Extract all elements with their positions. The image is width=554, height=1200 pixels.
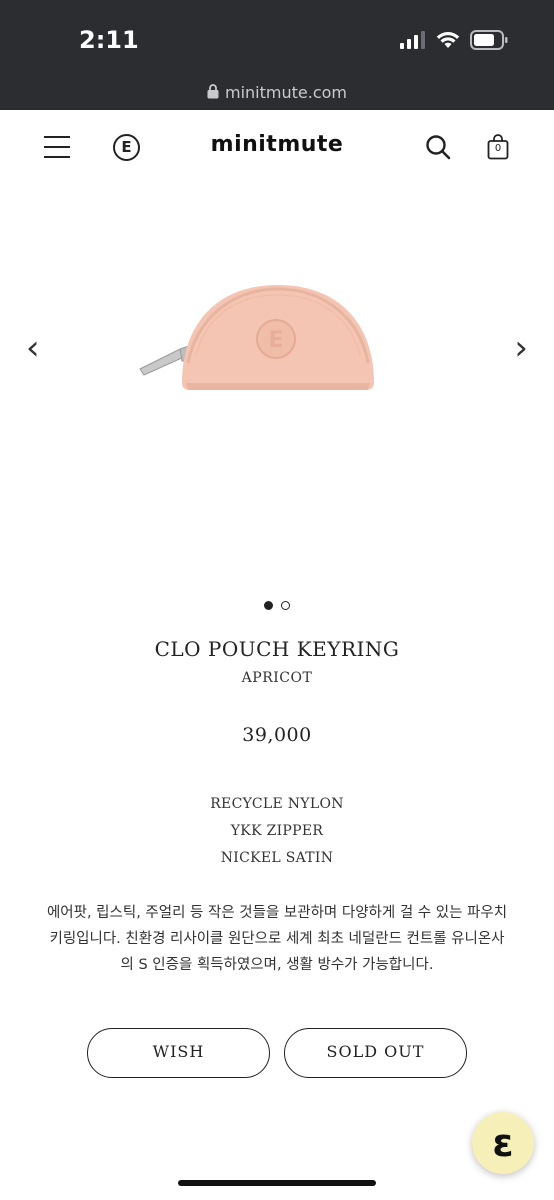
cart-count: 0: [494, 143, 502, 154]
wifi-icon: [436, 32, 460, 48]
carousel-dot-2[interactable]: [281, 601, 290, 610]
spec-item: NICKEL SATIN: [220, 850, 334, 866]
cart-icon[interactable]: 0: [487, 134, 509, 165]
product-description: 에어팟, 립스틱, 주얼리 등 작은 것들을 보관하며 다양하게 걸 수 있는 …: [46, 905, 508, 973]
status-bar: 2:11 minitmute.com: [0, 0, 554, 110]
product-price: 39,000: [242, 724, 312, 746]
sold-out-button[interactable]: SOLD OUT: [284, 1028, 467, 1078]
url-text: minitmute.com: [225, 83, 347, 102]
signal-icon: [400, 31, 425, 49]
chevron-right-icon[interactable]: ›: [514, 331, 528, 365]
product-title: CLO POUCH KEYRING: [154, 637, 400, 661]
carousel-dot-1[interactable]: [264, 601, 273, 610]
system-icons: [400, 30, 508, 50]
chat-logo-icon: ɛ: [492, 1121, 514, 1165]
home-indicator[interactable]: [178, 1180, 376, 1186]
spec-item: RECYCLE NYLON: [210, 796, 344, 812]
product-carousel[interactable]: ‹ E ›: [0, 185, 554, 610]
svg-text:E: E: [268, 328, 283, 353]
battery-icon: [470, 30, 508, 50]
chevron-left-icon[interactable]: ‹: [26, 331, 40, 365]
product-image: E: [139, 285, 374, 390]
spec-item: YKK ZIPPER: [230, 823, 324, 839]
address-bar[interactable]: minitmute.com: [0, 83, 554, 102]
lock-icon: [207, 84, 219, 99]
carousel-pagination: [0, 597, 554, 615]
status-time: 2:11: [79, 26, 139, 54]
brand-logo[interactable]: minitmute: [0, 132, 554, 157]
product-specs: RECYCLE NYLON YKK ZIPPER NICKEL SATIN: [0, 796, 554, 877]
search-icon[interactable]: [425, 134, 451, 160]
chat-button[interactable]: ɛ: [472, 1112, 534, 1174]
product-color: APRICOT: [241, 670, 313, 686]
site-header: E minitmute 0: [0, 110, 554, 185]
wish-button[interactable]: WISH: [87, 1028, 270, 1078]
